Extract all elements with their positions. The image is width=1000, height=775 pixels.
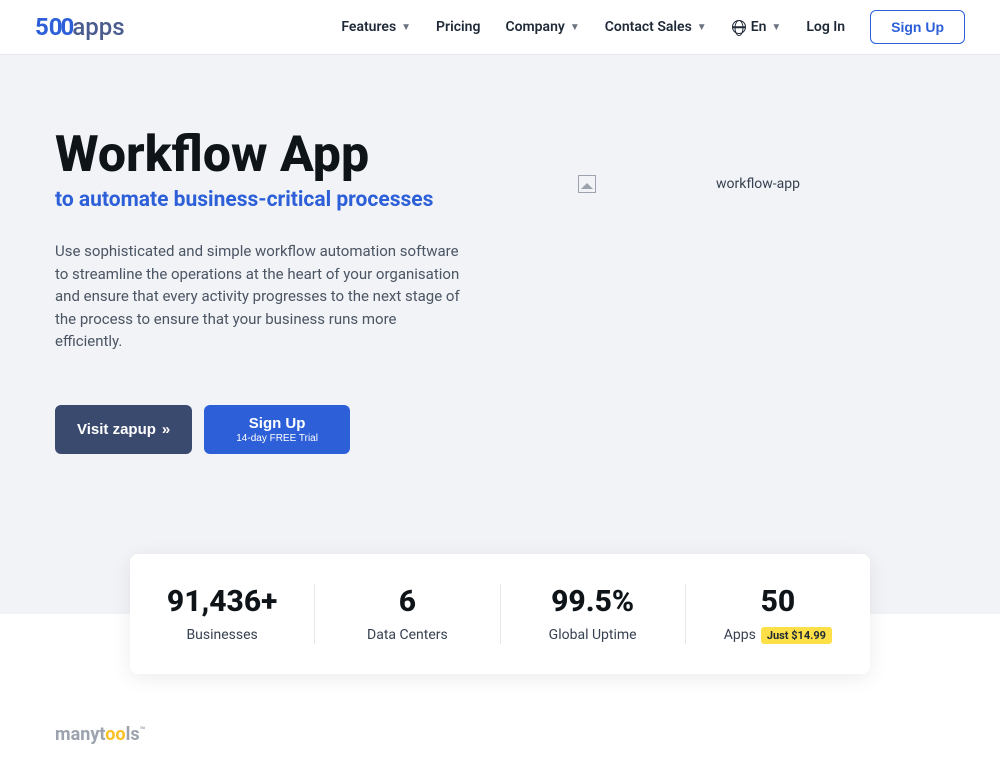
stat-value: 99.5% [501,584,685,619]
signup-sub-label: 14-day FREE Trial [236,433,318,444]
main-nav: Features ▼ Pricing Company ▼ Contact Sal… [341,10,965,44]
stat-businesses: 91,436+ Businesses [130,584,315,644]
hero-content: Workflow App to automate business-critic… [55,130,495,454]
visit-zapup-label: Visit zapup [77,421,156,438]
hero-subtitle: to automate business-critical processes [55,188,495,212]
nav-features[interactable]: Features ▼ [341,19,411,35]
logo-five: 5 [35,13,49,41]
hero-section: Workflow App to automate business-critic… [0,55,1000,614]
stat-value: 50 [686,584,870,619]
logo-text-many: manyt [55,724,105,745]
nav-contact-sales[interactable]: Contact Sales ▼ [605,19,707,35]
nav-lang-label: En [751,19,767,35]
manytools-logo: manytools™ [55,724,945,745]
stat-datacenters: 6 Data Centers [315,584,500,644]
stats-card: 91,436+ Businesses 6 Data Centers 99.5% … [130,554,870,674]
stat-value: 91,436+ [130,584,314,619]
visit-zapup-button[interactable]: Visit zapup » [55,405,192,454]
nav-features-label: Features [341,19,396,35]
stat-label: Data Centers [315,627,499,643]
signup-main-label: Sign Up [236,415,318,432]
logo-text-oo: oo [105,724,125,745]
signup-button[interactable]: Sign Up [870,10,965,44]
nav-pricing[interactable]: Pricing [436,19,480,35]
hero-description: Use sophisticated and simple workflow au… [55,240,465,353]
price-badge: Just $14.99 [761,627,832,644]
nav-company[interactable]: Company ▼ [505,19,579,35]
chevron-down-icon: ▼ [697,22,707,33]
globe-icon [732,20,746,34]
stat-uptime: 99.5% Global Uptime [501,584,686,644]
nav-language[interactable]: En ▼ [732,19,782,35]
nav-login-label: Log In [806,19,845,35]
logo-apps: apps [72,13,124,41]
hero-signup-button[interactable]: Sign Up 14-day FREE Trial [204,405,350,454]
hero-buttons: Visit zapup » Sign Up 14-day FREE Trial [55,405,495,454]
nav-pricing-label: Pricing [436,19,480,35]
logo-tm: ™ [140,726,146,736]
chevron-down-icon: ▼ [401,22,411,33]
chevron-down-icon: ▼ [771,22,781,33]
stat-label-apps: Apps Just $14.99 [686,627,870,644]
nav-login[interactable]: Log In [806,19,845,35]
hero-image-placeholder: workflow-app [578,175,800,193]
stat-label: Businesses [130,627,314,643]
logo-500apps[interactable]: 500apps [35,13,125,41]
logo-text-ls: ls [126,724,140,745]
stat-apps-text: Apps [724,627,756,643]
chevron-right-icon: » [162,421,170,438]
hero-image-alt: workflow-app [716,176,800,192]
logo-zeros: 00 [49,13,73,41]
nav-company-label: Company [505,19,564,35]
site-header: 500apps Features ▼ Pricing Company ▼ Con… [0,0,1000,55]
stat-apps: 50 Apps Just $14.99 [686,584,870,644]
broken-image-icon [578,175,596,193]
stat-label: Global Uptime [501,627,685,643]
stat-value: 6 [315,584,499,619]
hero-title: Workflow App [55,130,495,180]
chevron-down-icon: ▼ [570,22,580,33]
nav-contact-label: Contact Sales [605,19,692,35]
